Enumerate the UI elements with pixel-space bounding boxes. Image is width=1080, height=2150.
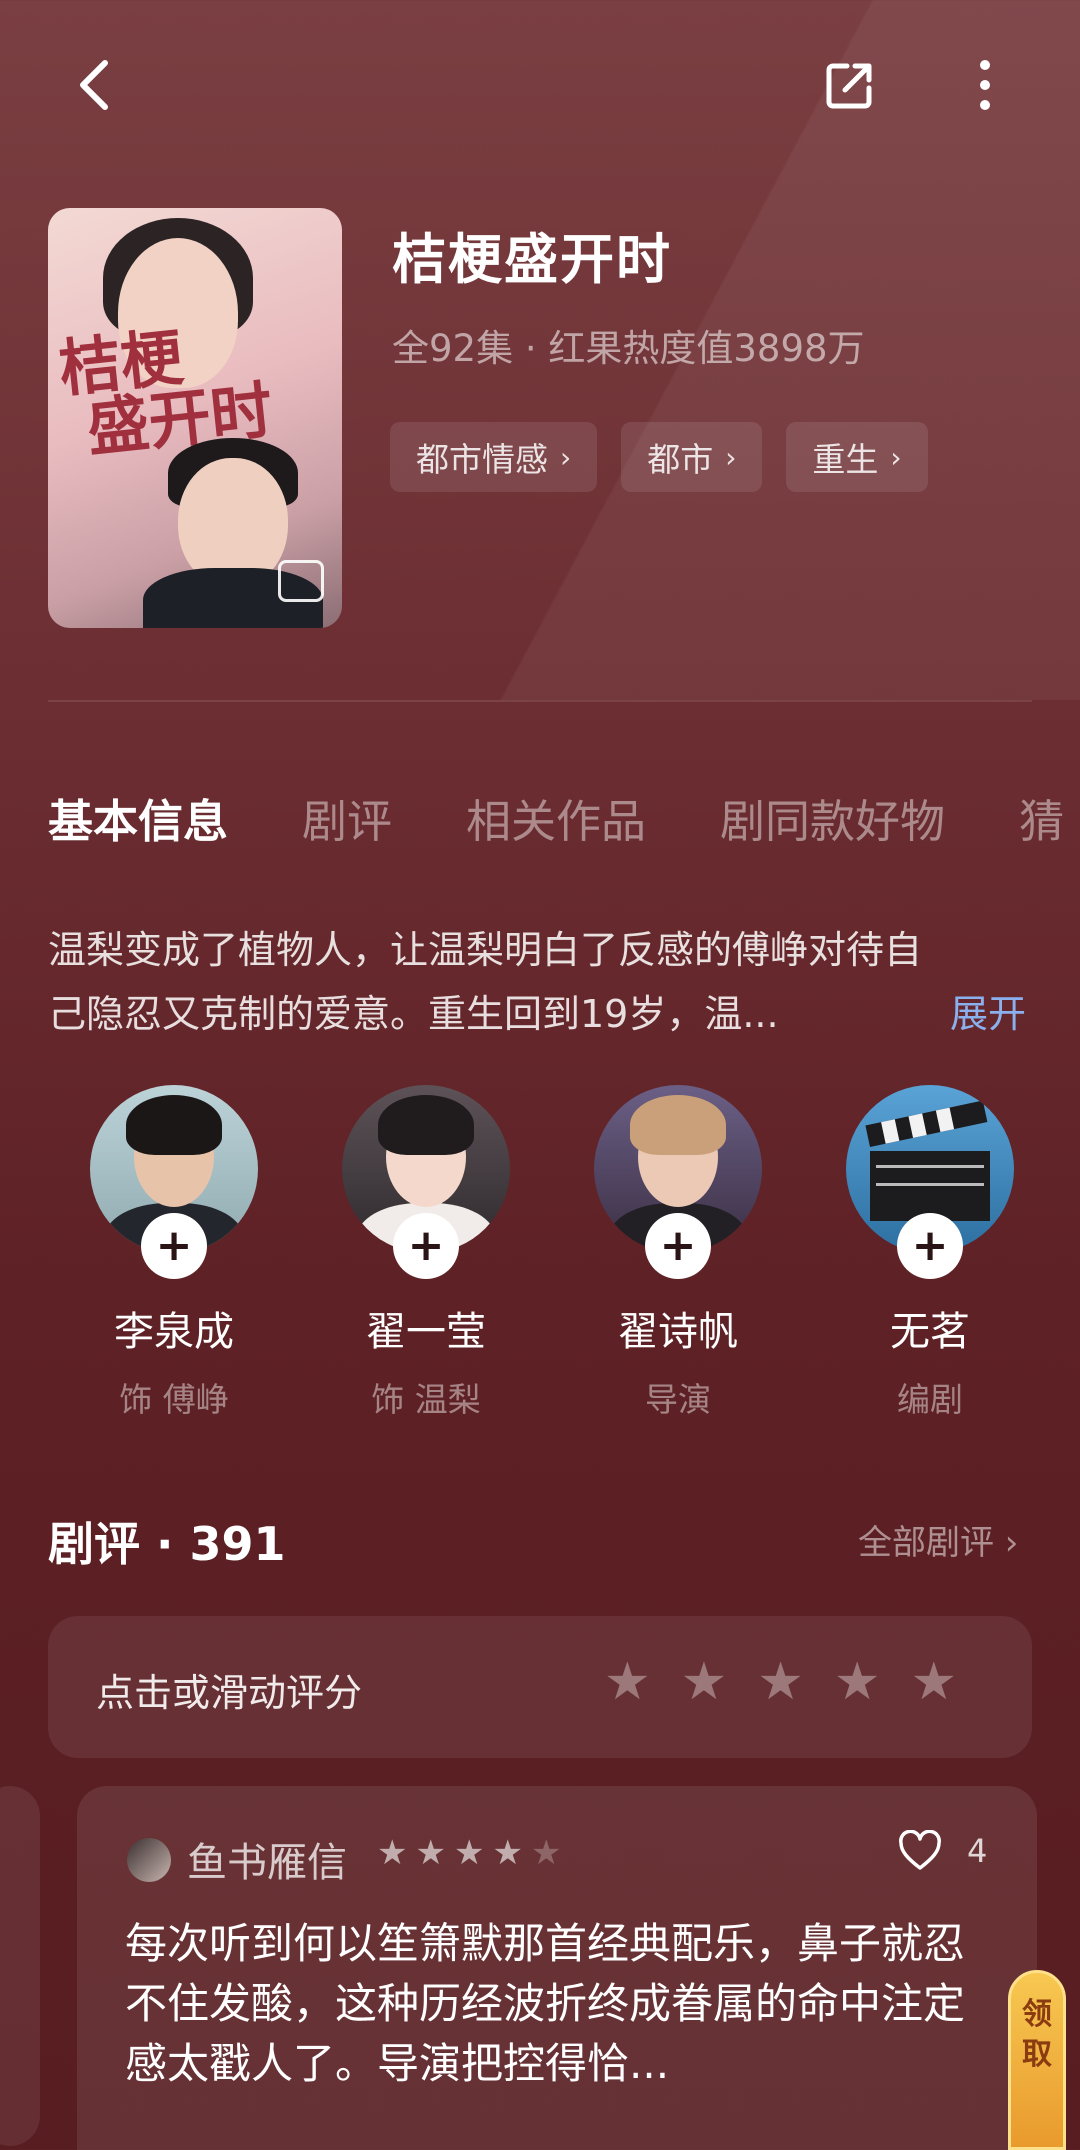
star-icon: ★ — [377, 1833, 408, 1873]
cast-item[interactable]: + 李泉成 饰 傅峥 — [54, 1085, 294, 1421]
avatar-hair — [126, 1095, 222, 1155]
star-icon[interactable]: ★ — [834, 1656, 881, 1708]
chevron-right-icon: › — [560, 440, 572, 474]
back-icon — [80, 60, 108, 110]
avatar[interactable] — [127, 1838, 171, 1882]
synopsis: 温梨变成了植物人，让温梨明白了反感的傅峥对待自 己隐忍又克制的爱意。重生回到19… — [48, 918, 1038, 1046]
heart-icon — [899, 1830, 941, 1870]
synopsis-line: 己隐忍又克制的爱意。重生回到19岁，温... — [48, 992, 779, 1036]
follow-button[interactable]: + — [645, 1213, 711, 1279]
cast-item[interactable]: + 翟一莹 饰 温梨 — [306, 1085, 546, 1421]
reviews-header: 剧评 · 391 — [48, 1517, 286, 1571]
tag-chip[interactable]: 都市情感 › — [390, 422, 598, 492]
follow-button[interactable]: + — [141, 1213, 207, 1279]
tag-label: 都市情感 — [416, 440, 548, 479]
follow-button[interactable]: + — [897, 1213, 963, 1279]
review-card[interactable]: 鱼书雁信 ★ ★ ★ ★ ★ 4 每次听到何以笙箫默那首经典配乐，鼻子就忍不住发… — [77, 1786, 1037, 2150]
star-icon: ★ — [453, 1833, 485, 1873]
share-icon — [826, 63, 872, 109]
tag-label: 都市 — [647, 440, 714, 479]
chevron-right-icon: › — [890, 440, 902, 474]
tag-label: 重生 — [812, 440, 879, 479]
review-text: 每次听到何以笙箫默那首经典配乐，鼻子就忍不住发酸，这种历经波折终成眷属的命中注定… — [125, 1919, 966, 2088]
drama-poster[interactable]: 桔梗 盛开时 — [48, 208, 342, 628]
star-icon[interactable]: ★ — [911, 1656, 958, 1708]
expand-button[interactable]: 展开 — [950, 982, 1026, 1046]
share-button[interactable] — [815, 50, 885, 120]
cast-name: 李泉成 — [114, 1309, 234, 1355]
top-bar — [0, 40, 1080, 130]
cast-role: 饰 温梨 — [371, 1380, 481, 1419]
tag-chip[interactable]: 都市 › — [621, 422, 763, 492]
more-button[interactable] — [950, 50, 1020, 120]
tab-basic-info[interactable]: 基本信息 — [48, 785, 228, 850]
avatar-hair — [630, 1095, 726, 1155]
reward-label: 取 — [1022, 2037, 1052, 2072]
cast-name: 无茗 — [890, 1309, 970, 1355]
star-icon[interactable]: ★ — [757, 1656, 804, 1708]
half-star-icon: ★ — [530, 1833, 562, 1873]
follow-button[interactable]: + — [393, 1213, 459, 1279]
back-button[interactable] — [60, 50, 130, 120]
all-reviews-link[interactable]: 全部剧评 › — [858, 1515, 1018, 1564]
star-icon: ★ — [415, 1833, 446, 1873]
cast-item[interactable]: + 无茗 编剧 — [810, 1085, 1050, 1421]
cast-role: 饰 傅峥 — [119, 1380, 229, 1419]
tab-more[interactable]: 猜 — [1019, 785, 1064, 850]
review-rating: ★ ★ ★ ★ ★ — [377, 1836, 561, 1870]
drama-title: 桔梗盛开时 — [392, 228, 672, 291]
avatar-hair — [378, 1095, 474, 1155]
cast-name: 翟一莹 — [366, 1309, 486, 1355]
rating-input-box[interactable]: 点击或滑动评分 ★ ★ ★ ★ ★ — [48, 1616, 1032, 1758]
tab-reviews[interactable]: 剧评 — [302, 785, 392, 850]
tag-chip[interactable]: 重生 › — [786, 422, 928, 492]
cast-role: 编剧 — [897, 1380, 963, 1419]
gallery-icon[interactable] — [278, 560, 324, 602]
review-username[interactable]: 鱼书雁信 — [187, 1830, 347, 1888]
star-icon[interactable]: ★ — [681, 1656, 728, 1708]
reward-widget[interactable]: 领 取 — [1008, 1970, 1066, 2150]
tab-bar: 基本信息 剧评 相关作品 剧同款好物 猜 — [48, 785, 1080, 850]
cast-name: 翟诗帆 — [618, 1309, 738, 1355]
cast-item[interactable]: + 翟诗帆 导演 — [558, 1085, 798, 1421]
star-icon: ★ — [492, 1833, 523, 1873]
reward-label: 领 — [1022, 1997, 1052, 2032]
tab-related-works[interactable]: 相关作品 — [466, 785, 646, 850]
synopsis-line: 温梨变成了植物人，让温梨明白了反感的傅峥对待自 — [48, 928, 923, 972]
like-button[interactable]: 4 — [897, 1830, 987, 1872]
like-count: 4 — [967, 1832, 988, 1870]
tab-merchandise[interactable]: 剧同款好物 — [720, 785, 945, 850]
plus-icon: + — [659, 1220, 697, 1271]
plus-icon: + — [407, 1220, 445, 1271]
drama-meta: 全92集 · 红果热度值3898万 — [392, 327, 865, 370]
plus-icon: + — [911, 1220, 949, 1271]
chevron-right-icon: › — [725, 440, 737, 474]
divider — [48, 700, 1032, 702]
plus-icon: + — [155, 1220, 193, 1271]
more-icon — [980, 60, 990, 110]
rating-prompt: 点击或滑动评分 — [96, 1671, 363, 1715]
previous-review-card[interactable] — [0, 1786, 40, 2146]
star-icon[interactable]: ★ — [604, 1656, 651, 1708]
tag-list: 都市情感 › 都市 › 重生 › — [390, 422, 928, 492]
rating-stars[interactable]: ★ ★ ★ ★ ★ — [604, 1656, 957, 1708]
cast-role: 导演 — [645, 1380, 711, 1419]
